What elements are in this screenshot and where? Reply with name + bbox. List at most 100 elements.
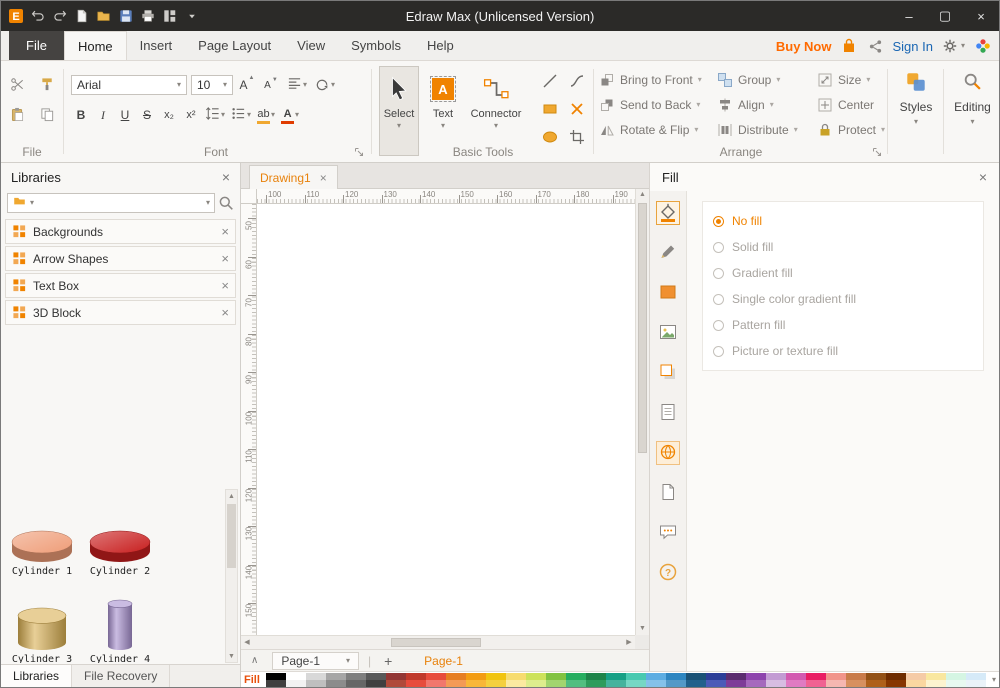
color-swatch[interactable] bbox=[566, 673, 586, 680]
fill-option-pattern-fill[interactable]: Pattern fill bbox=[703, 312, 983, 338]
text-align-button[interactable]: ▾ bbox=[285, 75, 309, 95]
color-swatch[interactable] bbox=[586, 680, 606, 687]
close-icon[interactable]: × bbox=[221, 251, 229, 266]
color-swatch[interactable] bbox=[366, 673, 386, 680]
line-style-tool-button[interactable] bbox=[656, 241, 680, 265]
panel-tab-libraries[interactable]: Libraries bbox=[1, 665, 72, 687]
tab-drawing1[interactable]: Drawing1 × bbox=[249, 165, 338, 189]
library-scrollbar[interactable]: ▲ ▼ bbox=[225, 489, 238, 663]
help-tool-button[interactable]: ? bbox=[656, 561, 680, 585]
color-swatch[interactable] bbox=[666, 673, 686, 680]
scroll-up-icon[interactable]: ▲ bbox=[636, 189, 649, 201]
palette-more-button[interactable]: ▾ bbox=[992, 675, 999, 684]
new-document-icon[interactable] bbox=[71, 5, 92, 27]
shape-cylinder-3[interactable]: Cylinder 3 bbox=[3, 581, 81, 663]
addons-icon[interactable] bbox=[974, 38, 991, 55]
color-swatch[interactable] bbox=[386, 673, 406, 680]
connector-tool-button[interactable]: Connector▾ bbox=[463, 66, 529, 156]
close-icon[interactable]: × bbox=[979, 169, 987, 185]
toolbar-options-icon[interactable] bbox=[181, 5, 202, 27]
blank-page-tool-button[interactable] bbox=[656, 481, 680, 505]
scroll-down-icon[interactable]: ▼ bbox=[228, 650, 235, 662]
color-swatch[interactable] bbox=[706, 673, 726, 680]
color-swatch[interactable] bbox=[906, 673, 926, 680]
line-spacing-button[interactable]: ▾ bbox=[203, 105, 227, 125]
color-swatch[interactable] bbox=[426, 673, 446, 680]
italic-button[interactable]: I bbox=[93, 105, 113, 125]
panel-tab-file-recovery[interactable]: File Recovery bbox=[72, 665, 170, 687]
color-swatch[interactable] bbox=[406, 680, 426, 687]
maximize-button[interactable]: ▢ bbox=[927, 1, 963, 31]
color-swatch[interactable] bbox=[686, 673, 706, 680]
color-swatch[interactable] bbox=[266, 680, 286, 687]
color-swatch[interactable] bbox=[286, 673, 306, 680]
folder-icon[interactable] bbox=[12, 195, 27, 211]
group-button[interactable]: Group▾ bbox=[717, 68, 798, 92]
color-swatch[interactable] bbox=[906, 680, 926, 687]
copy-button[interactable] bbox=[35, 103, 59, 125]
center-button[interactable]: Center bbox=[817, 93, 885, 117]
bullet-list-button[interactable]: ▾ bbox=[229, 105, 253, 125]
color-swatch[interactable] bbox=[606, 680, 626, 687]
color-swatch[interactable] bbox=[726, 673, 746, 680]
settings-button[interactable]: ▾ bbox=[942, 38, 965, 55]
close-icon[interactable]: × bbox=[221, 278, 229, 293]
subscript-button[interactable]: x₂ bbox=[159, 105, 179, 125]
close-icon[interactable]: × bbox=[221, 224, 229, 239]
color-swatch[interactable] bbox=[326, 673, 346, 680]
close-button[interactable]: × bbox=[963, 1, 999, 31]
chevron-down-icon[interactable]: ▾ bbox=[30, 199, 34, 207]
fill-option-solid-fill[interactable]: Solid fill bbox=[703, 234, 983, 260]
fill-option-no-fill[interactable]: No fill bbox=[703, 208, 983, 234]
send-to-back-button[interactable]: Send to Back▾ bbox=[599, 93, 702, 117]
undo-icon[interactable] bbox=[27, 5, 48, 27]
scroll-right-icon[interactable]: ▶ bbox=[623, 636, 635, 649]
open-folder-icon[interactable] bbox=[93, 5, 114, 27]
app-logo-icon[interactable]: E bbox=[5, 5, 26, 27]
color-swatch[interactable] bbox=[466, 673, 486, 680]
color-swatch[interactable] bbox=[926, 673, 946, 680]
scroll-up-icon[interactable]: ▲ bbox=[228, 490, 235, 502]
horizontal-scrollbar[interactable]: ◀ ▶ bbox=[241, 635, 635, 649]
color-swatch[interactable] bbox=[786, 680, 806, 687]
color-swatch[interactable] bbox=[406, 673, 426, 680]
color-swatch[interactable] bbox=[446, 673, 466, 680]
color-swatch[interactable] bbox=[806, 673, 826, 680]
library-search-box[interactable]: ▾ ▾ bbox=[7, 193, 215, 213]
color-swatch[interactable] bbox=[646, 673, 666, 680]
shadow-tool-button[interactable] bbox=[656, 361, 680, 385]
color-swatch[interactable] bbox=[486, 680, 506, 687]
color-swatch[interactable] bbox=[746, 673, 766, 680]
rectangle-tool-button[interactable] bbox=[537, 97, 563, 123]
tab-close-icon[interactable]: × bbox=[320, 171, 327, 185]
color-swatch[interactable] bbox=[366, 680, 386, 687]
library-section-text-box[interactable]: Text Box× bbox=[5, 273, 236, 298]
color-swatch[interactable] bbox=[626, 673, 646, 680]
bold-button[interactable]: B bbox=[71, 105, 91, 125]
buy-now-link[interactable]: Buy Now bbox=[776, 39, 832, 54]
minimize-button[interactable]: – bbox=[891, 1, 927, 31]
library-section-3d-block[interactable]: 3D Block× bbox=[5, 300, 236, 325]
search-icon[interactable] bbox=[218, 195, 234, 211]
picture-tool-button[interactable] bbox=[656, 321, 680, 345]
cross-tool-button[interactable] bbox=[564, 97, 590, 123]
color-swatch[interactable] bbox=[766, 680, 786, 687]
underline-button[interactable]: U bbox=[115, 105, 135, 125]
redo-icon[interactable] bbox=[49, 5, 70, 27]
color-swatch[interactable] bbox=[426, 680, 446, 687]
superscript-button[interactable]: x² bbox=[181, 105, 201, 125]
library-panel-icon[interactable] bbox=[159, 5, 180, 27]
color-swatch[interactable] bbox=[306, 673, 326, 680]
menu-tab-help[interactable]: Help bbox=[414, 31, 467, 60]
library-section-arrow-shapes[interactable]: Arrow Shapes× bbox=[5, 246, 236, 271]
font-family-select[interactable]: Arial ▾ bbox=[71, 75, 187, 95]
color-swatch[interactable] bbox=[506, 673, 526, 680]
color-swatch[interactable] bbox=[886, 680, 906, 687]
arrange-dialog-launcher[interactable] bbox=[872, 147, 882, 157]
text-highlight-button[interactable]: ab▾ bbox=[255, 105, 277, 125]
drawing-canvas[interactable] bbox=[257, 204, 635, 635]
editing-button[interactable]: Editing ▾ bbox=[945, 71, 1000, 126]
share-icon[interactable] bbox=[867, 38, 884, 55]
font-dialog-launcher[interactable] bbox=[354, 147, 364, 157]
color-swatch[interactable] bbox=[846, 673, 866, 680]
